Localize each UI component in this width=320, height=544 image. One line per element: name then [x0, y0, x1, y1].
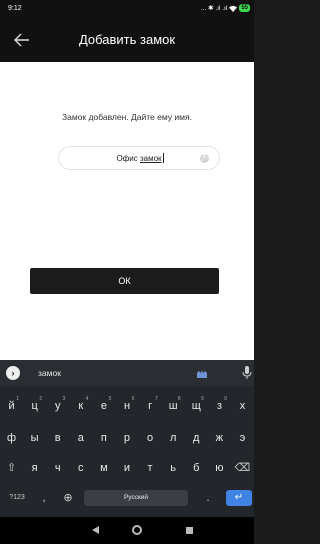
suggestion-bar: › замок	[0, 360, 254, 386]
lock-name-value: Офис замок	[59, 153, 221, 163]
lock-name-input[interactable]: Офис замок	[58, 146, 220, 170]
key-hint: 9	[201, 396, 204, 402]
key-hint: 4	[85, 396, 89, 402]
suggestion-word[interactable]: замок	[38, 368, 61, 378]
key-н[interactable]: н6	[115, 394, 138, 418]
nav-home-icon[interactable]	[132, 525, 142, 535]
key-ж[interactable]: ж	[208, 426, 231, 450]
nav-recents-icon[interactable]	[186, 527, 193, 534]
shift-icon[interactable]: ⇧	[0, 456, 23, 480]
key-в[interactable]: в	[46, 426, 69, 450]
ok-button[interactable]: ОК	[30, 268, 219, 294]
lock-name-plain: Офис	[116, 154, 140, 163]
key-hint: 6	[131, 396, 135, 402]
page-title: Добавить замок	[78, 32, 176, 47]
key-ю[interactable]: ю	[208, 456, 231, 480]
key-о[interactable]: о	[139, 426, 162, 450]
key-ь[interactable]: ь	[162, 456, 185, 480]
key-ч[interactable]: ч	[46, 456, 69, 480]
mode-key[interactable]: ?123	[0, 486, 34, 510]
wifi-icon	[229, 5, 238, 12]
key-я[interactable]: я	[23, 456, 46, 480]
key-к[interactable]: к4	[69, 394, 92, 418]
period-key[interactable]: .	[198, 486, 218, 510]
enter-icon[interactable]: ↵	[226, 490, 252, 506]
signal-icons: ... ✱ .ıl .ıl	[200, 5, 228, 12]
status-bar: 9:12 ... ✱ .ıl .ıl 55	[0, 0, 254, 18]
key-т[interactable]: т	[139, 456, 162, 480]
key-э[interactable]: э	[231, 426, 254, 450]
mic-icon[interactable]	[242, 366, 252, 379]
key-а[interactable]: а	[69, 426, 92, 450]
key-hint: 8	[177, 396, 181, 402]
key-ш[interactable]: ш8	[162, 394, 185, 418]
globe-icon[interactable]: ⊕	[56, 486, 80, 510]
key-й[interactable]: й1	[0, 394, 23, 418]
key-з[interactable]: з0	[208, 394, 231, 418]
key-hint: 7	[154, 396, 158, 402]
lock-added-hint: Замок добавлен. Дайте ему имя.	[62, 112, 192, 122]
key-б[interactable]: б	[185, 456, 208, 480]
backspace-icon[interactable]: ⌫	[231, 456, 254, 480]
key-и[interactable]: и	[115, 456, 138, 480]
comma-key[interactable]: ,	[34, 486, 54, 510]
key-ф[interactable]: ф	[0, 426, 23, 450]
key-п[interactable]: п	[92, 426, 115, 450]
clear-input-button[interactable]	[200, 152, 209, 163]
key-г[interactable]: г7	[139, 394, 162, 418]
key-hint: 0	[224, 396, 227, 402]
key-щ[interactable]: щ9	[185, 394, 208, 418]
key-hint: 2	[39, 396, 43, 402]
keyboard-theme-icon[interactable]	[196, 367, 208, 379]
app-bar: Добавить замок	[0, 18, 254, 62]
nav-back-icon[interactable]	[92, 526, 99, 534]
status-time: 9:12	[8, 5, 22, 12]
space-key[interactable]: Русский	[84, 490, 188, 506]
system-nav-bar	[0, 517, 254, 544]
lock-name-composing: замок	[139, 154, 162, 163]
key-ы[interactable]: ы	[23, 426, 46, 450]
status-icons: ... ✱ .ıl .ıl 55	[201, 4, 250, 12]
key-д[interactable]: д	[185, 426, 208, 450]
key-у[interactable]: у3	[46, 394, 69, 418]
key-м[interactable]: м	[92, 456, 115, 480]
text-caret	[162, 153, 164, 163]
expand-toolbar-button[interactable]: ›	[6, 366, 20, 380]
key-с[interactable]: с	[69, 456, 92, 480]
key-р[interactable]: р	[115, 426, 138, 450]
key-х[interactable]: х	[231, 394, 254, 418]
keyboard: › замок й1ц2у3к4е5н6г7ш8щ9з0х фывапролджэ…	[0, 360, 254, 517]
key-е[interactable]: е5	[92, 394, 115, 418]
key-ц[interactable]: ц2	[23, 394, 46, 418]
key-hint: 5	[108, 396, 112, 402]
key-л[interactable]: л	[162, 426, 185, 450]
key-hint: 3	[62, 396, 66, 402]
battery-icon: 55	[239, 4, 250, 12]
main-content: Замок добавлен. Дайте ему имя. Офис замо…	[0, 62, 254, 360]
key-hint: 1	[16, 396, 20, 402]
